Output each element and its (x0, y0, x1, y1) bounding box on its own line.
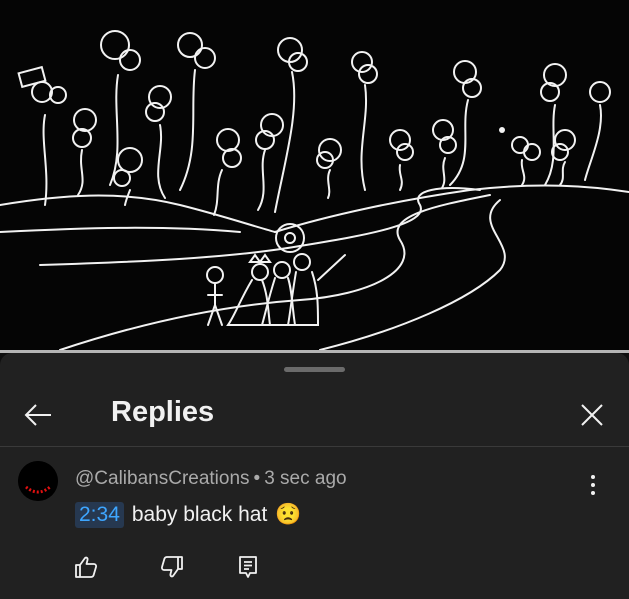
more-vert-icon-dot (591, 475, 595, 479)
page-title: Replies (111, 396, 215, 428)
like-button[interactable] (70, 551, 102, 583)
replies-panel: Replies @CalibansCreations • 3 sec ago 2:3… (0, 353, 629, 599)
comment-body: 2:34 baby black hat 😟 (75, 502, 301, 528)
close-icon (581, 404, 603, 426)
more-vert-icon-dot (591, 483, 595, 487)
comment-emoji: 😟 (275, 503, 302, 526)
more-vert-icon-dot (591, 491, 595, 495)
comment-meta: @CalibansCreations • 3 sec ago (75, 468, 347, 490)
back-button[interactable] (18, 395, 58, 435)
replies-header: Replies (0, 380, 629, 447)
timestamp-link[interactable]: 2:34 (75, 502, 124, 528)
thumb-up-icon (75, 556, 98, 578)
drag-handle[interactable] (284, 367, 345, 372)
close-button[interactable] (572, 395, 612, 435)
comment-time: 3 sec ago (264, 468, 347, 489)
meta-separator: • (253, 468, 261, 489)
reply-button[interactable] (232, 551, 264, 583)
video-player[interactable] (0, 0, 629, 352)
video-frame-illustration (0, 30, 629, 351)
comment-author[interactable]: @CalibansCreations (75, 468, 250, 489)
reply-comment-icon (239, 556, 257, 578)
comment-item: @CalibansCreations • 3 sec ago 2:34 baby b… (0, 447, 629, 599)
dislike-button[interactable] (156, 551, 188, 583)
comment-text: baby black hat (131, 503, 268, 526)
thumb-down-icon (160, 556, 183, 578)
avatar-image (18, 461, 58, 501)
more-options-button[interactable] (578, 467, 608, 503)
avatar[interactable] (18, 461, 58, 501)
arrow-left-icon (24, 404, 51, 426)
